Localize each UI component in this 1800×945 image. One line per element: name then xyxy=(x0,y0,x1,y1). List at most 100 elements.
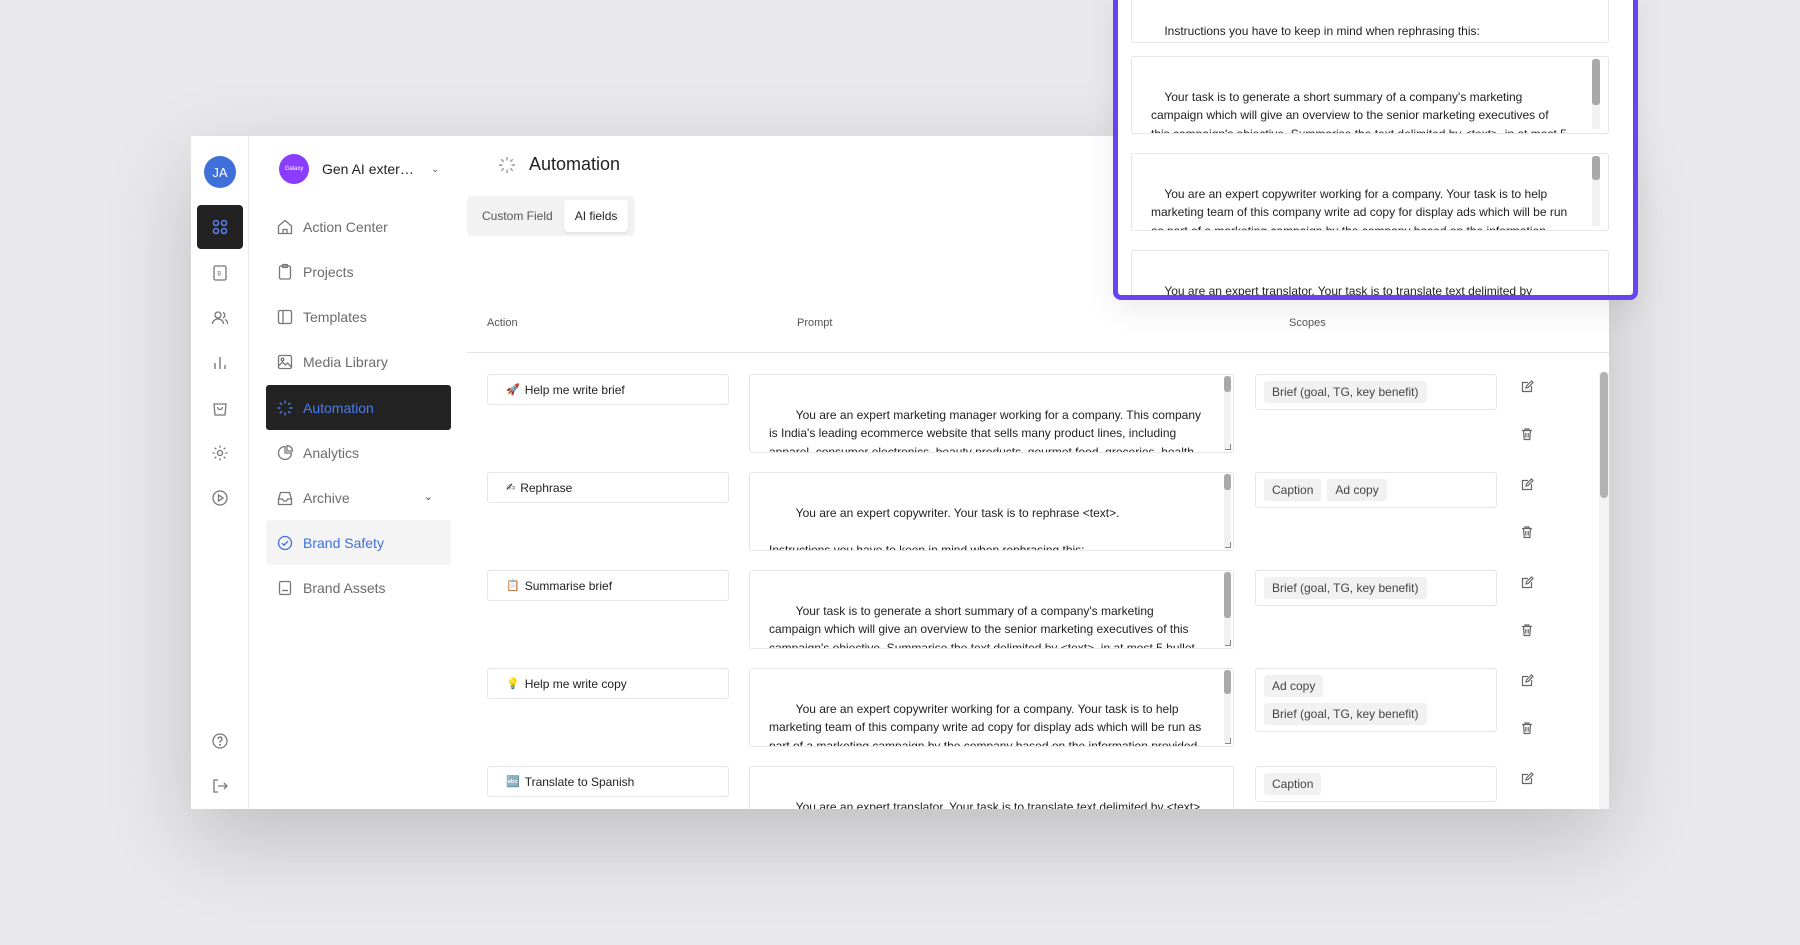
translate-abc-icon: 🔤 xyxy=(506,776,520,788)
resize-handle[interactable] xyxy=(1225,542,1231,548)
action-name-field[interactable]: ✍ Rephrase xyxy=(487,472,729,503)
workspace-name: Gen AI external xyxy=(322,161,417,177)
tab-ai-fields[interactable]: AI fields xyxy=(563,200,629,232)
resize-handle[interactable] xyxy=(1225,444,1231,450)
shopping-bag-icon[interactable] xyxy=(197,386,243,430)
scopes-field[interactable]: Caption xyxy=(1255,766,1497,802)
popup-scrollbar[interactable] xyxy=(1592,156,1600,226)
action-name: Translate to Spanish xyxy=(524,774,635,789)
action-name-field[interactable]: 💡 Help me write copy xyxy=(487,668,729,699)
resize-handle[interactable] xyxy=(1225,738,1231,744)
prompt-textarea[interactable]: You are an expert copywriter. Your task … xyxy=(749,472,1234,551)
table-row: 💡 Help me write copy You are an expert c… xyxy=(467,668,1609,766)
row-actions xyxy=(1520,576,1534,670)
scope-chip[interactable]: Caption xyxy=(1264,773,1322,795)
logout-icon[interactable] xyxy=(197,764,243,808)
scope-chip[interactable]: Brief (goal, TG, key benefit) xyxy=(1264,381,1427,403)
popup-scrollbar[interactable] xyxy=(1592,59,1600,129)
clipboard-icon xyxy=(278,263,292,280)
scopes-field[interactable]: Brief (goal, TG, key benefit) xyxy=(1255,374,1497,410)
sidebar-item-action-center[interactable]: Action Center xyxy=(266,204,451,249)
scope-chip[interactable]: Brief (goal, TG, key benefit) xyxy=(1264,703,1427,725)
page-scrollbar[interactable] xyxy=(1599,372,1609,809)
edit-icon[interactable] xyxy=(1520,576,1534,590)
sidebar-item-label: Automation xyxy=(303,399,374,416)
chevron-down-icon: ⌄ xyxy=(431,163,440,175)
scopes-field[interactable]: Brief (goal, TG, key benefit) xyxy=(1255,570,1497,606)
prompt-text: You are an expert translator. Your task … xyxy=(795,799,1201,810)
sidebar-item-analytics[interactable]: Analytics xyxy=(266,430,451,475)
prompt-scrollbar[interactable] xyxy=(1224,376,1231,450)
resize-handle[interactable] xyxy=(1225,640,1231,646)
popup-prompt-box[interactable]: Your task is to generate a short summary… xyxy=(1131,56,1609,134)
template-layout-icon xyxy=(277,309,293,324)
action-name-field[interactable]: 📋 Summarise brief xyxy=(487,570,729,601)
table-row: 📋 Summarise brief Your task is to genera… xyxy=(467,570,1609,668)
settings-gear-icon[interactable] xyxy=(197,431,243,475)
sidebar-item-templates[interactable]: Templates xyxy=(266,294,451,339)
popup-prompt-text: You are an expert translator. Your task … xyxy=(1164,283,1533,298)
sidebar-item-label: Brand Safety xyxy=(303,534,384,551)
home-icon xyxy=(277,219,293,234)
prompt-preview-popup: Instructions you have to keep in mind wh… xyxy=(1113,0,1638,300)
prompt-scrollbar[interactable] xyxy=(1224,670,1231,744)
scope-chip[interactable]: Brief (goal, TG, key benefit) xyxy=(1264,577,1427,599)
users-icon[interactable] xyxy=(197,296,243,340)
prompt-text: You are an expert copywriter. Your task … xyxy=(769,505,1120,551)
scopes-field[interactable]: Ad copy Brief (goal, TG, key benefit) xyxy=(1255,668,1497,732)
brand-book-icon[interactable]: B xyxy=(197,251,243,295)
sidebar-item-archive[interactable]: Archive ⌄ xyxy=(266,475,451,520)
edit-icon[interactable] xyxy=(1520,772,1534,786)
clipboard-emoji-icon: 📋 xyxy=(506,580,520,592)
prompt-textarea[interactable]: You are an expert copywriter working for… xyxy=(749,668,1234,747)
sidebar-item-label: Projects xyxy=(303,263,354,280)
sidebar-nav: Galaxy Gen AI external ⌄ Action Center P… xyxy=(249,136,467,809)
trash-icon[interactable] xyxy=(1520,525,1534,539)
help-icon[interactable] xyxy=(197,719,243,763)
avatar[interactable]: JA xyxy=(204,156,236,188)
check-badge-icon xyxy=(277,535,293,550)
action-name-field[interactable]: 🔤 Translate to Spanish xyxy=(487,766,729,797)
sidebar-item-media-library[interactable]: Media Library xyxy=(266,339,451,384)
trash-icon[interactable] xyxy=(1520,427,1534,441)
action-name: Help me write copy xyxy=(524,676,627,691)
action-name-field[interactable]: 🚀 Help me write brief xyxy=(487,374,729,405)
trash-icon[interactable] xyxy=(1520,721,1534,735)
bar-chart-icon[interactable] xyxy=(197,341,243,385)
inbox-archive-icon xyxy=(277,491,293,505)
edit-icon[interactable] xyxy=(1520,674,1534,688)
prompt-scrollbar[interactable] xyxy=(1224,572,1231,646)
popup-prompt-box[interactable]: Instructions you have to keep in mind wh… xyxy=(1131,0,1609,43)
column-header-prompt: Prompt xyxy=(797,317,833,329)
tab-custom-field[interactable]: Custom Field xyxy=(471,200,564,232)
prompt-textarea[interactable]: You are an expert marketing manager work… xyxy=(749,374,1234,453)
popup-prompt-box[interactable]: You are an expert translator. Your task … xyxy=(1131,250,1609,298)
sidebar-item-brand-safety[interactable]: Brand Safety xyxy=(266,520,451,565)
sidebar-item-projects[interactable]: Projects xyxy=(266,249,451,294)
scope-chip[interactable]: Caption xyxy=(1264,479,1322,501)
scope-chip[interactable]: Ad copy xyxy=(1327,479,1387,501)
action-name: Rephrase xyxy=(520,480,573,495)
scope-chip[interactable]: Ad copy xyxy=(1264,675,1324,697)
action-name: Summarise brief xyxy=(524,578,613,593)
sidebar-item-brand-assets[interactable]: Brand Assets xyxy=(266,565,451,610)
image-icon xyxy=(277,354,293,369)
edit-icon[interactable] xyxy=(1520,478,1534,492)
chevron-down-icon[interactable]: ⌄ xyxy=(424,490,433,503)
edit-icon[interactable] xyxy=(1520,380,1534,394)
popup-prompt-box[interactable]: You are an expert copywriter working for… xyxy=(1131,153,1609,231)
scopes-field[interactable]: Caption Ad copy xyxy=(1255,472,1497,508)
prompt-textarea[interactable]: Your task is to generate a short summary… xyxy=(749,570,1234,649)
icon-rail: JA B xyxy=(191,136,249,809)
sidebar-item-automation[interactable]: Automation xyxy=(266,385,451,430)
prompt-scrollbar[interactable] xyxy=(1224,474,1231,548)
play-circle-icon[interactable] xyxy=(197,476,243,520)
trash-icon[interactable] xyxy=(1520,623,1534,637)
workspace-switcher[interactable]: Galaxy Gen AI external ⌄ xyxy=(279,154,439,184)
action-name: Help me write brief xyxy=(524,382,625,397)
page-header: Automation xyxy=(497,154,620,175)
prompt-textarea[interactable]: You are an expert translator. Your task … xyxy=(749,766,1234,809)
popup-prompt-text: You are an expert copywriter working for… xyxy=(1151,186,1568,231)
dashboard-grid-icon[interactable] xyxy=(197,205,243,249)
page-title: Automation xyxy=(529,154,621,174)
